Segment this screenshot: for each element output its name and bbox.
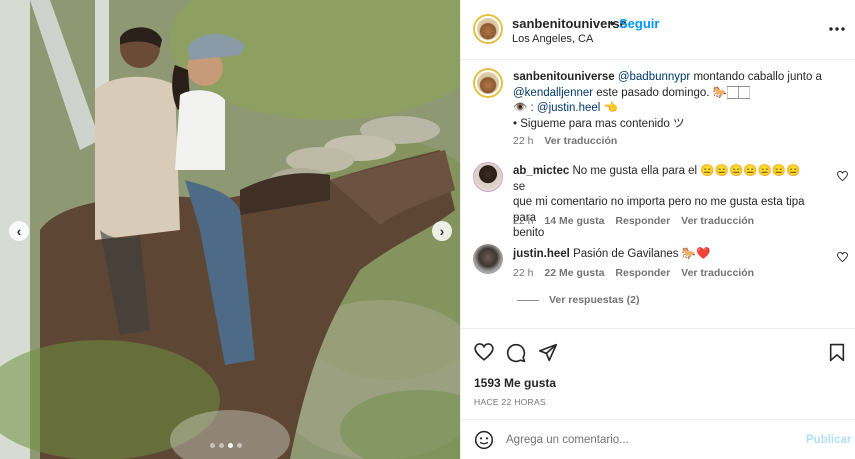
commenter-username[interactable]: justin.heel xyxy=(513,248,570,260)
previous-media-button[interactable]: ‹ xyxy=(9,221,29,241)
post-location[interactable]: Los Angeles, CA xyxy=(512,33,593,45)
reply-button[interactable]: Responder xyxy=(615,267,670,279)
like-comment-heart-icon[interactable] xyxy=(837,251,848,265)
post-header: sanbenitouniverse • Seguir Los Angeles, … xyxy=(461,0,855,60)
more-options-icon[interactable] xyxy=(829,18,845,36)
translate-button[interactable]: Ver traducción xyxy=(681,267,754,279)
commenter-username[interactable]: ab_mictec xyxy=(513,165,569,177)
post-media[interactable]: ‹ › xyxy=(0,0,460,459)
mention-justin-heel[interactable]: @justin.heel xyxy=(537,102,600,114)
replies-divider xyxy=(517,300,539,301)
caption-time[interactable]: 22 h xyxy=(513,135,533,147)
caption-username[interactable]: sanbenitouniverse xyxy=(513,71,615,83)
comment-like-count[interactable]: 22 Me gusta xyxy=(544,267,604,279)
comment-like-count[interactable]: 14 Me gusta xyxy=(544,215,604,227)
publish-button[interactable]: Publicar xyxy=(806,434,851,446)
mention-kendalljenner[interactable]: @kendalljenner xyxy=(513,87,593,99)
header-separator: • xyxy=(610,16,615,31)
post-side-panel: sanbenitouniverse • Seguir Los Angeles, … xyxy=(460,0,855,459)
caption-text: sanbenitouniverse @badbunnypr montando c… xyxy=(513,70,843,132)
eye-emoji: 👁️ : xyxy=(513,102,537,114)
view-replies-label[interactable]: Ver respuestas (2) xyxy=(549,294,639,306)
like-comment-heart-icon[interactable] xyxy=(837,170,848,184)
comment-meta: 22 h 22 Me gusta Responder Ver traducció… xyxy=(513,267,754,279)
comment-time[interactable]: 22 h xyxy=(513,267,533,279)
caption-meta: 22 h Ver traducción xyxy=(513,135,617,147)
media-dot-active xyxy=(228,443,233,448)
comment-text-part: benito xyxy=(513,227,545,239)
like-heart-icon[interactable] xyxy=(474,343,494,366)
caption-text-part: este pasado domingo. 🐎🏻🏻 xyxy=(593,86,750,99)
media-dot xyxy=(210,443,215,448)
comments-list[interactable]: sanbenitouniverse @badbunnypr montando c… xyxy=(461,60,855,328)
next-media-button[interactable]: › xyxy=(432,221,452,241)
hand-emoji: 👈 xyxy=(600,102,618,114)
translate-button[interactable]: Ver traducción xyxy=(681,215,754,227)
commenter-avatar[interactable] xyxy=(473,244,503,274)
media-pagination-dots xyxy=(210,443,242,448)
like-count[interactable]: 1593 Me gusta xyxy=(474,376,556,390)
share-paper-plane-icon[interactable] xyxy=(538,343,558,367)
comment-time[interactable]: 22 h xyxy=(513,215,533,227)
comment-text: ab_mictec No me gusta ella para el 😑😑😑😑😑… xyxy=(513,164,808,242)
comment-meta: 22 h 14 Me gusta Responder Ver traducció… xyxy=(513,215,754,227)
reply-button[interactable]: Responder xyxy=(615,215,670,227)
mention-badbunnypr[interactable]: @badbunnypr xyxy=(618,71,690,83)
comment-bubble-icon[interactable] xyxy=(506,343,526,368)
comment-input[interactable]: Agrega un comentario... xyxy=(506,434,629,446)
comment-text-part: Pasión de Gavilanes 🐎❤️ xyxy=(569,248,711,260)
caption-translate-button[interactable]: Ver traducción xyxy=(544,135,617,147)
caption-author-avatar[interactable] xyxy=(473,68,503,98)
author-avatar[interactable] xyxy=(473,14,503,44)
view-replies-button[interactable]: Ver respuestas (2) xyxy=(549,294,639,306)
post-time-ago[interactable]: HACE 22 HORAS xyxy=(474,397,546,407)
caption-text-part: montando caballo junto a xyxy=(690,71,822,83)
follow-button[interactable]: Seguir xyxy=(619,16,659,31)
comment-text: justin.heel Pasión de Gavilanes 🐎❤️ xyxy=(513,247,813,263)
commenter-avatar[interactable] xyxy=(473,162,503,192)
caption-text-part: • Sigueme para mas contenido ツ xyxy=(513,117,685,130)
add-comment-bar: Agrega un comentario... Publicar xyxy=(461,419,855,459)
emoji-icon[interactable] xyxy=(474,430,494,455)
post-photo xyxy=(0,0,460,459)
media-dot xyxy=(219,443,224,448)
save-bookmark-icon[interactable] xyxy=(829,343,845,367)
media-dot xyxy=(237,443,242,448)
